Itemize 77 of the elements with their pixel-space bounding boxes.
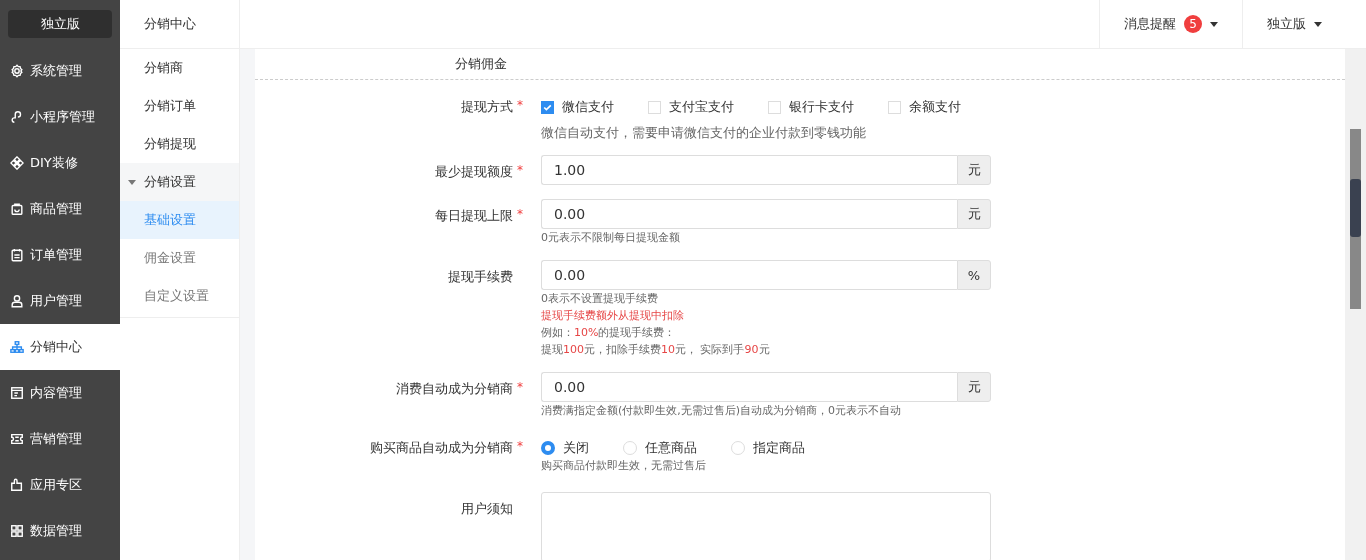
subnav-item[interactable]: 自定义设置: [120, 277, 239, 315]
sidebar-item[interactable]: 用户管理: [0, 278, 120, 324]
caret-icon: [1210, 21, 1218, 27]
grid-icon: [10, 524, 24, 538]
required-mark: *: [516, 98, 524, 114]
unit-addon: 元: [957, 155, 991, 185]
sidebar-item[interactable]: 应用专区: [0, 462, 120, 508]
link-icon: [10, 110, 24, 124]
caret-icon: [1314, 21, 1322, 27]
scrollbar[interactable]: [1345, 49, 1366, 560]
scroll-thumb[interactable]: [1350, 129, 1361, 309]
sidebar-item[interactable]: 内容管理: [0, 370, 120, 416]
amount-field[interactable]: 0.00: [541, 372, 957, 402]
checkbox-option[interactable]: 银行卡支付: [768, 98, 854, 116]
section-title: 分销佣金: [455, 55, 507, 73]
radio-button[interactable]: [541, 441, 555, 455]
checkbox[interactable]: [541, 100, 554, 114]
help-text: 0元表示不限制每日提现金额: [541, 230, 681, 246]
required-mark: *: [516, 207, 524, 223]
radio-option[interactable]: 关闭: [541, 439, 589, 457]
radio-option[interactable]: 指定商品: [731, 439, 805, 457]
subnav-item[interactable]: 分销订单: [120, 87, 239, 125]
notification-count: 5: [1184, 15, 1202, 33]
subnav-title: 分销中心: [120, 0, 239, 49]
help-text: 微信自动支付，需要申请微信支付的企业付款到零钱功能: [541, 124, 867, 141]
sidebar-item[interactable]: DIY装修: [0, 140, 120, 186]
checkbox-option[interactable]: 支付宝支付: [648, 98, 734, 116]
subnav-item[interactable]: 分销商: [120, 49, 239, 87]
help-text: 0表示不设置提现手续费: [541, 291, 659, 307]
sidebar-item[interactable]: 分销中心: [0, 324, 120, 370]
subnav-item[interactable]: 分销提现: [120, 125, 239, 163]
sidebar-item[interactable]: 商品管理: [0, 186, 120, 232]
bag-icon: [10, 202, 24, 216]
unit-addon: %: [957, 260, 991, 290]
help-text: 提现手续费额外从提现中扣除: [541, 308, 685, 324]
help-text: 消费满指定金额(付款即生效,无需过售后)自动成为分销商，0元表示不自动: [541, 403, 903, 419]
settings-icon: [10, 64, 24, 78]
field-label: 提现手续费: [448, 268, 513, 286]
unit-addon: 元: [957, 372, 991, 402]
field-label: 购买商品自动成为分销商: [370, 439, 513, 457]
ticket-icon: [10, 432, 24, 446]
notification-menu[interactable]: 消息提醒 5: [1099, 0, 1242, 48]
field-label: 消费自动成为分销商: [396, 380, 513, 398]
required-mark: *: [516, 163, 524, 179]
required-mark: *: [516, 380, 524, 396]
help-text: 提现100元，扣除手续费10元， 实际到手90元: [541, 342, 771, 358]
help-text: 例如：10%的提现手续费：: [541, 325, 677, 341]
sidebar-item[interactable]: 订单管理: [0, 232, 120, 278]
field-label: 用户须知: [461, 500, 513, 518]
sidebar-item[interactable]: 系统管理: [0, 48, 120, 94]
field-label: 每日提现上限: [435, 207, 513, 225]
sidebar-item[interactable]: 小程序管理: [0, 94, 120, 140]
checkbox-option[interactable]: 余额支付: [888, 98, 961, 116]
hierarchy-icon: [10, 340, 24, 354]
amount-field[interactable]: 0.00: [541, 260, 957, 290]
subnav-item[interactable]: 分销设置: [120, 163, 239, 201]
required-mark: *: [516, 439, 524, 455]
user-icon: [10, 294, 24, 308]
clipboard-icon: [10, 248, 24, 262]
radio-option[interactable]: 任意商品: [623, 439, 697, 457]
notice-textarea[interactable]: [541, 492, 991, 560]
checkbox-option[interactable]: 微信支付: [541, 98, 614, 116]
edition-badge[interactable]: 独立版: [8, 10, 112, 38]
edition-menu[interactable]: 独立版: [1242, 0, 1346, 48]
diamond-icon: [10, 156, 24, 170]
help-text: 购买商品付款即生效，无需过售后: [541, 458, 707, 474]
unit-addon: 元: [957, 199, 991, 229]
amount-field[interactable]: 1.00: [541, 155, 957, 185]
puzzle-icon: [10, 478, 24, 492]
field-label: 提现方式: [461, 98, 513, 116]
amount-field[interactable]: 0.00: [541, 199, 957, 229]
sidebar-item[interactable]: 营销管理: [0, 416, 120, 462]
panel-icon: [10, 386, 24, 400]
subnav-item[interactable]: 佣金设置: [120, 239, 239, 277]
field-label: 最少提现额度: [435, 163, 513, 181]
caret-icon: [128, 179, 136, 185]
sidebar-item[interactable]: 数据管理: [0, 508, 120, 554]
